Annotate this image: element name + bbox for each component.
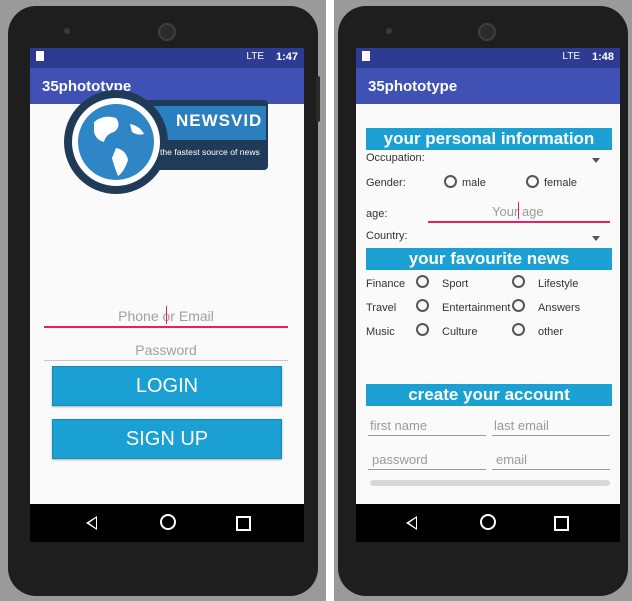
sim-card-icon — [362, 51, 370, 61]
login-button[interactable]: LOGIN — [52, 366, 282, 406]
news-label-other: other — [538, 326, 564, 338]
right-screen: LTE 1:48 35phototype your personal infor… — [356, 48, 620, 542]
create-account-header: create your account — [366, 384, 612, 406]
right-phone-sensor — [386, 28, 392, 34]
gender-label: Gender: — [366, 177, 406, 189]
news-radio-sport[interactable] — [512, 275, 525, 288]
password-input[interactable]: Password — [44, 342, 288, 358]
female-label: female — [544, 177, 578, 189]
right-nav-bar — [356, 504, 620, 542]
right-phone-body: LTE 1:48 35phototype your personal infor… — [338, 6, 628, 596]
news-label-sport: Sport — [442, 278, 469, 290]
back-icon[interactable] — [86, 516, 97, 530]
signup-button[interactable]: SIGN UP — [52, 419, 282, 459]
text-cursor — [166, 306, 167, 324]
status-time: 1:47 — [275, 51, 298, 63]
left-nav-bar — [30, 504, 304, 542]
news-radio-travel[interactable] — [416, 299, 429, 312]
recent-apps-icon[interactable] — [236, 516, 251, 531]
password-underline — [368, 469, 486, 470]
right-status-bar: LTE 1:48 — [356, 48, 620, 68]
male-label: male — [462, 177, 486, 189]
female-radio[interactable] — [526, 175, 539, 188]
last-email-input[interactable]: last email — [494, 418, 549, 433]
occupation-dropdown-icon[interactable] — [592, 158, 600, 163]
sim-card-icon — [36, 51, 44, 61]
right-app-bar: 35phototype — [356, 68, 620, 104]
signal-icon: LTE — [246, 51, 264, 62]
country-label: Country: — [366, 230, 408, 242]
news-label-finance: Finance — [366, 278, 406, 290]
age-underline — [428, 221, 610, 223]
news-radio-finance[interactable] — [416, 275, 429, 288]
news-radio-music[interactable] — [416, 323, 429, 336]
right-phone-frame: LTE 1:48 35phototype your personal infor… — [334, 0, 632, 601]
left-phone-body: LTE 1:47 35phototype NEWSVID the fastest… — [8, 6, 320, 596]
news-label-culture: Culture — [442, 326, 478, 338]
app-title: 35phototype — [368, 78, 458, 95]
left-phone-sensor — [64, 28, 70, 34]
news-label-music: Music — [366, 326, 395, 338]
logo-brand-text: NEWSVID — [176, 111, 263, 130]
home-icon[interactable] — [480, 514, 496, 530]
signal-icon: LTE — [562, 51, 580, 62]
news-label-travel: Travel — [366, 302, 397, 314]
partial-button[interactable] — [370, 480, 610, 486]
newsvid-logo: NEWSVID the fastest source of news — [58, 86, 274, 196]
email-input[interactable]: email — [496, 452, 527, 467]
status-time: 1:48 — [591, 51, 614, 63]
text-cursor — [518, 202, 519, 219]
first-name-underline — [368, 435, 486, 436]
news-radio-culture[interactable] — [512, 323, 525, 336]
logo-tagline-text: the fastest source of news — [160, 147, 260, 157]
left-status-bar: LTE 1:47 — [30, 48, 304, 68]
left-phone-frame: LTE 1:47 35phototype NEWSVID the fastest… — [0, 0, 326, 601]
newsvid-logo-graphic — [64, 90, 268, 194]
back-icon[interactable] — [406, 516, 417, 530]
phone-email-underline — [44, 326, 288, 328]
news-radio-entertainment[interactable] — [512, 299, 525, 312]
password-input[interactable]: password — [372, 452, 428, 467]
news-label-entertainment: Entertainment — [442, 302, 511, 314]
password-underline — [44, 360, 288, 361]
favourite-news-header: your favourite news — [366, 248, 612, 270]
home-icon[interactable] — [160, 514, 176, 530]
left-screen: LTE 1:47 35phototype NEWSVID the fastest… — [30, 48, 304, 542]
news-label-answers: Answers — [538, 302, 581, 314]
right-phone-camera — [478, 23, 496, 41]
male-radio[interactable] — [444, 175, 457, 188]
recent-apps-icon[interactable] — [554, 516, 569, 531]
personal-info-header: your personal information — [366, 128, 612, 150]
left-phone-camera — [158, 23, 176, 41]
occupation-label: Occupation: — [366, 152, 425, 164]
email-underline — [492, 469, 610, 470]
first-name-input[interactable]: first name — [370, 418, 427, 433]
last-email-underline — [492, 435, 610, 436]
news-label-lifestyle: Lifestyle — [538, 278, 579, 290]
country-dropdown-icon[interactable] — [592, 236, 600, 241]
age-label: age: — [366, 208, 388, 220]
left-phone-power-button — [316, 76, 320, 122]
